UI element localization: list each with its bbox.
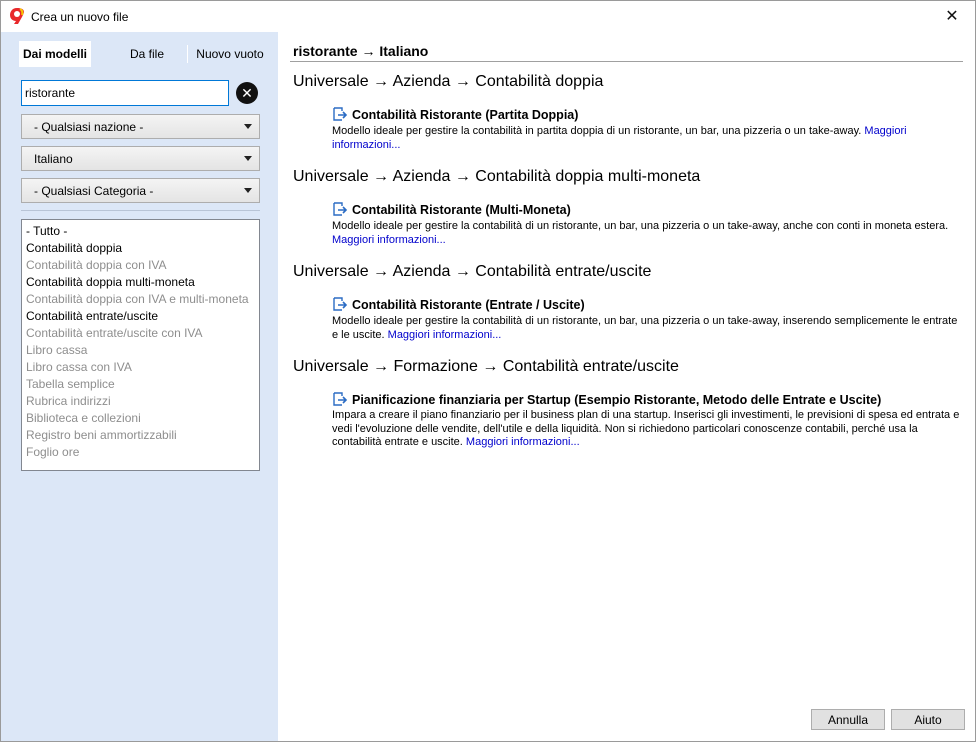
close-button[interactable]: ✕ <box>929 1 975 31</box>
list-item[interactable]: Contabilità doppia con IVA e multi-monet… <box>26 291 255 308</box>
group-title: Universale → Azienda → Contabilità doppi… <box>293 73 604 90</box>
template-arrow-icon <box>333 297 348 311</box>
cancel-button[interactable]: Annulla <box>811 709 885 730</box>
template-description: Modello ideale per gestire la contabilit… <box>332 220 964 247</box>
category-list[interactable]: - Tutto - Contabilità doppia Contabilità d… <box>21 219 260 471</box>
list-item[interactable]: Contabilità doppia con IVA <box>26 257 255 274</box>
window-title: Crea un nuovo file <box>31 10 129 24</box>
template-description-text: Modello ideale per gestire la contabilit… <box>332 220 949 232</box>
list-item[interactable]: Contabilità entrate/uscite <box>26 308 255 325</box>
list-item[interactable]: - Tutto - <box>26 223 255 240</box>
language-dropdown[interactable]: Italiano <box>21 146 260 171</box>
list-item[interactable]: Registro beni ammortizzabili <box>26 427 255 444</box>
template-title-link[interactable]: Contabilità Ristorante (Partita Doppia) <box>352 108 578 122</box>
divider <box>290 61 963 62</box>
app-logo-icon <box>10 8 24 24</box>
close-icon: ✕ <box>945 8 959 25</box>
list-item[interactable]: Rubrica indirizzi <box>26 393 255 410</box>
category-dropdown[interactable]: - Qualsiasi Categoria - <box>21 178 260 203</box>
template-title-link[interactable]: Contabilità Ristorante (Multi-Moneta) <box>352 203 571 217</box>
group-title: Universale → Azienda → Contabilità entra… <box>293 263 652 280</box>
template-title-link[interactable]: Contabilità Ristorante (Entrate / Uscite… <box>352 298 585 312</box>
template-description: Impara a creare il piano finanziario per… <box>332 409 964 450</box>
more-info-link[interactable]: Maggiori informazioni... <box>466 436 580 448</box>
tab-dai-modelli[interactable]: Dai modelli <box>19 41 91 67</box>
group-title: Universale → Formazione → Contabilità en… <box>293 358 679 375</box>
category-dropdown-value: - Qualsiasi Categoria - <box>34 183 154 198</box>
template-arrow-icon <box>333 107 348 121</box>
list-item[interactable]: Biblioteca e collezioni <box>26 410 255 427</box>
list-item[interactable]: Contabilità doppia multi-moneta <box>26 274 255 291</box>
list-item[interactable]: Foglio ore <box>26 444 255 461</box>
title-bar: Crea un nuovo file ✕ <box>1 1 975 32</box>
list-item[interactable]: Contabilità entrate/uscite con IVA <box>26 325 255 342</box>
divider <box>21 210 260 211</box>
more-info-link[interactable]: Maggiori informazioni... <box>332 234 446 246</box>
template-description: Modello ideale per gestire la contabilit… <box>332 315 964 342</box>
chevron-down-icon <box>244 124 252 129</box>
more-info-link[interactable]: Maggiori informazioni... <box>388 329 502 341</box>
template-arrow-icon <box>333 392 348 406</box>
template-title-link[interactable]: Pianificazione finanziaria per Startup (… <box>352 393 881 407</box>
source-tabs: Dai modelli Da file Nuovo vuoto <box>19 41 267 67</box>
dialog-window: Crea un nuovo file ✕ Dai modelli Da file… <box>0 0 976 742</box>
tab-separator <box>187 45 188 63</box>
template-arrow-icon <box>333 202 348 216</box>
template-description: Modello ideale per gestire la contabilit… <box>332 125 964 152</box>
language-dropdown-value: Italiano <box>34 151 73 166</box>
results-header: ristorante → Italiano <box>293 43 429 59</box>
template-description-text: Modello ideale per gestire la contabilit… <box>332 125 862 137</box>
nation-dropdown[interactable]: - Qualsiasi nazione - <box>21 114 260 139</box>
tab-nuovo-vuoto[interactable]: Nuovo vuoto <box>191 41 269 67</box>
template-description-text: Impara a creare il piano finanziario per… <box>332 409 960 448</box>
clear-icon: ✕ <box>241 84 253 101</box>
help-button[interactable]: Aiuto <box>891 709 965 730</box>
chevron-down-icon <box>244 156 252 161</box>
chevron-down-icon <box>244 188 252 193</box>
nation-dropdown-value: - Qualsiasi nazione - <box>34 119 144 134</box>
clear-search-button[interactable]: ✕ <box>236 82 258 104</box>
tab-da-file[interactable]: Da file <box>107 41 187 67</box>
list-item[interactable]: Libro cassa con IVA <box>26 359 255 376</box>
list-item[interactable]: Tabella semplice <box>26 376 255 393</box>
group-title: Universale → Azienda → Contabilità doppi… <box>293 168 701 185</box>
results-panel: ristorante → Italiano Universale → Azien… <box>278 32 975 741</box>
search-input[interactable] <box>21 80 229 106</box>
left-panel: Dai modelli Da file Nuovo vuoto ✕ - Qual… <box>1 32 278 741</box>
list-item[interactable]: Libro cassa <box>26 342 255 359</box>
list-item[interactable]: Contabilità doppia <box>26 240 255 257</box>
